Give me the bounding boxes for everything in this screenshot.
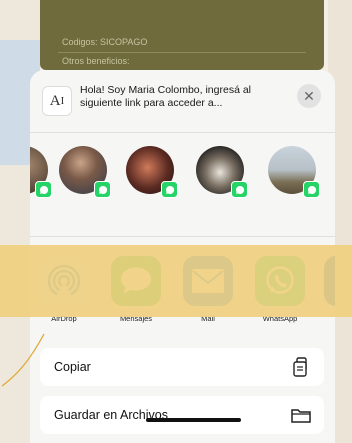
whatsapp-badge-icon: [94, 181, 111, 198]
save-to-files-action[interactable]: Guardar en Archivos: [40, 396, 324, 434]
close-icon: ✕: [303, 87, 315, 104]
top-card-line2: Otros beneficios:: [62, 56, 130, 66]
divider: [30, 236, 335, 237]
folder-icon: [291, 409, 311, 423]
contact-avatar[interactable]: [268, 146, 320, 198]
divider: [30, 132, 335, 133]
contacts-row: [30, 140, 335, 220]
contact-avatar[interactable]: [196, 146, 248, 198]
top-card-line1: Codigos: SICOPAGO: [62, 37, 148, 47]
text-document-icon: AI: [42, 86, 72, 116]
contact-avatar[interactable]: [30, 146, 52, 198]
copy-action[interactable]: Copiar: [40, 348, 324, 386]
home-indicator: [146, 418, 241, 422]
share-header: AI Hola! Soy Maria Colombo, ingresá al s…: [30, 70, 335, 126]
whatsapp-badge-icon: [35, 181, 52, 198]
top-card-divider: [58, 52, 306, 53]
share-preview-text: Hola! Soy Maria Colombo, ingresá al sigu…: [80, 84, 251, 109]
whatsapp-badge-icon: [303, 181, 320, 198]
copy-icon: [293, 357, 307, 377]
contact-avatar[interactable]: [126, 146, 178, 198]
copy-label: Copiar: [54, 360, 91, 374]
highlight-band: [0, 245, 352, 317]
contact-avatar[interactable]: [59, 146, 111, 198]
top-card: Codigos: SICOPAGO Otros beneficios:: [40, 0, 324, 70]
whatsapp-badge-icon: [161, 181, 178, 198]
whatsapp-badge-icon: [231, 181, 248, 198]
close-button[interactable]: ✕: [297, 84, 321, 108]
